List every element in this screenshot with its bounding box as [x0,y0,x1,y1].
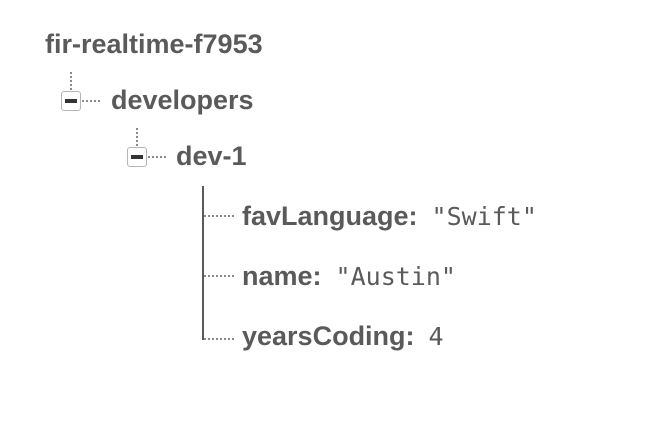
tree-connector [202,186,204,340]
minus-icon [131,155,143,159]
database-tree: fir-realtime-f7953 developers dev-1 favL… [0,0,652,432]
tree-connector [136,128,138,146]
collapse-developers-toggle[interactable] [61,91,81,111]
leaf-key: yearsCoding [242,321,406,351]
leaf-key: name [242,261,313,291]
tree-connector [204,215,234,217]
dev1-node-name[interactable]: dev-1 [176,140,247,172]
tree-connector [204,275,234,277]
tree-connector [70,72,72,90]
collapse-dev1-toggle[interactable] [127,147,147,167]
leaf-colon: : [312,261,322,291]
minus-icon [65,99,77,103]
tree-connector [148,156,166,158]
leaf-row-favlanguage[interactable]: favLanguage: "Swift" [242,199,537,233]
leaf-row-yearscoding[interactable]: yearsCoding: 4 [242,319,444,353]
leaf-row-name[interactable]: name: "Austin" [242,259,456,293]
leaf-value[interactable]: "Austin" [336,262,456,291]
leaf-colon: : [405,321,415,351]
leaf-value[interactable]: 4 [429,322,444,351]
leaf-key: favLanguage [242,201,409,231]
leaf-colon: : [408,201,418,231]
root-node-name[interactable]: fir-realtime-f7953 [45,28,263,60]
tree-connector [204,338,234,340]
leaf-value[interactable]: "Swift" [432,202,537,231]
tree-connector [82,100,100,102]
developers-node-name[interactable]: developers [111,84,254,116]
